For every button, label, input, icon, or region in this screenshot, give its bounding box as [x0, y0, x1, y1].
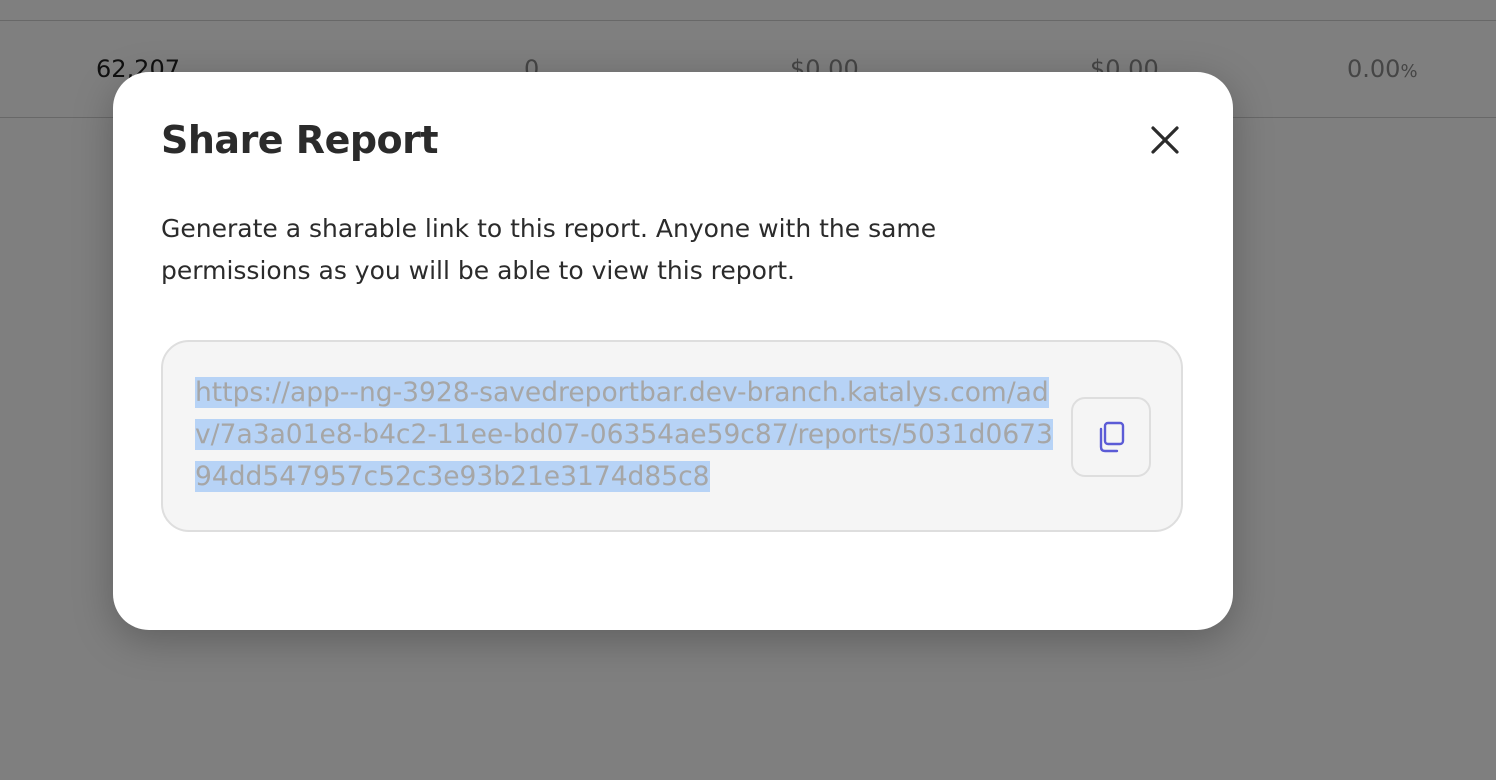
modal-description: Generate a sharable link to this report.…	[161, 214, 937, 285]
close-button[interactable]	[1143, 118, 1187, 162]
share-link-box: https://app--ng-3928-savedreportbar.dev-…	[161, 340, 1183, 532]
share-link-text: https://app--ng-3928-savedreportbar.dev-…	[195, 377, 1053, 492]
close-icon	[1151, 126, 1179, 154]
share-report-modal: Share Report Generate a sharable link to…	[113, 72, 1233, 630]
share-link-field[interactable]: https://app--ng-3928-savedreportbar.dev-…	[195, 372, 1055, 498]
page: 62,207 0 $0.00 $0.00 0.00% Share Report …	[0, 0, 1496, 780]
copy-link-button[interactable]	[1071, 397, 1151, 477]
modal-title: Share Report	[161, 118, 439, 162]
copy-icon	[1099, 421, 1125, 453]
